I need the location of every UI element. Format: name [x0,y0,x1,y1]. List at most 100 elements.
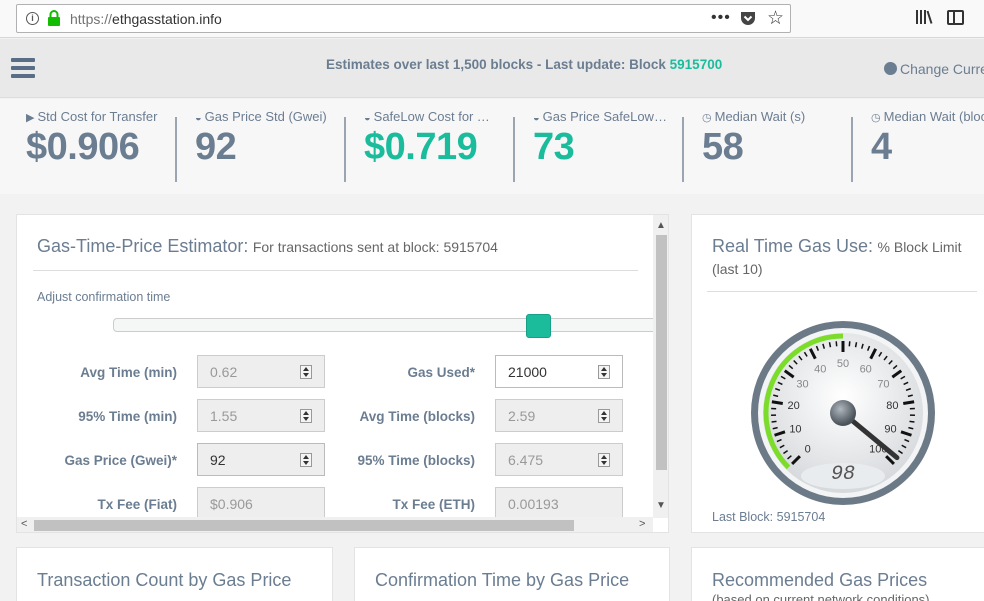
avg-time-blocks-value: 2.59 [508,408,536,424]
tachometer-icon: ◒ [533,112,540,124]
gas-price-value: 92 [210,452,226,468]
stat-label: Gas Price SafeLow (Gwei) [542,109,668,124]
app-header: Estimates over last 1,500 blocks - Last … [0,39,984,98]
url-scheme: https:// [70,11,113,27]
last-block-label: Last Block: 5915704 [712,510,826,524]
time95-min-field[interactable]: 1.55 [197,399,325,432]
gauge-tick-label: 10 [789,423,801,435]
menu-icon[interactable] [11,58,35,78]
url-host: ethgasstation.info [112,11,222,27]
adjust-confirmation-label: Adjust confirmation time [37,290,171,304]
address-bar[interactable]: i https://ethgasstation.info ••• ☆ [16,4,791,33]
scroll-up-icon[interactable]: ▲ [656,220,666,231]
stat-label: Gas Price Std (Gwei) [204,109,327,124]
divider [707,291,977,292]
gauge-minor-tick [828,342,832,348]
divider [33,270,638,271]
page-actions-icon[interactable]: ••• [711,9,731,27]
time95-blocks-value: 6.475 [508,452,544,468]
gauge-minor-tick [771,420,777,423]
tachometer-icon: ◒ [195,112,202,124]
tx-count-panel: Transaction Count by Gas Price [16,547,333,601]
gauge-major-tick [903,400,915,405]
gauge-tick-label: 0 [805,443,811,455]
stat-value: $0.719 [364,126,478,168]
info-icon[interactable]: i [26,12,39,25]
gas-used-value: 21000 [508,364,547,380]
horizontal-scrollbar[interactable]: < > [17,517,653,532]
gas-time-price-estimator: Gas-Time-Price Estimator: For transactio… [16,214,669,533]
stepper-icon[interactable] [598,453,610,467]
browser-toolbar: i https://ethgasstation.info ••• ☆ [0,0,984,38]
avg-time-min-label: Avg Time (min) [80,365,177,380]
gauge-tick-label: 60 [860,363,872,375]
scroll-thumb[interactable] [656,235,667,470]
stat-value: $0.906 [26,126,140,168]
time95-blocks-field[interactable]: 6.475 [495,443,623,476]
gauge-minor-tick [854,342,858,348]
stat-median-wait-s: ◷ Median Wait (s) 58 [702,109,837,184]
stat-value: 92 [195,126,237,168]
gauge-minor-tick [772,426,778,430]
gas-price-field[interactable]: 92 [197,443,325,476]
globe-icon [884,62,897,75]
stat-value: 58 [702,126,744,168]
tx-fee-fiat-field[interactable]: $0.906 [197,487,325,520]
sidebar-toggle-icon[interactable] [947,10,964,25]
gas-used-label: Gas Used* [407,365,475,380]
gauge-minor-tick [908,426,914,430]
stat-label: Median Wait (s) [714,109,806,124]
gauge-minor-tick [909,420,915,423]
avg-time-min-field[interactable]: 0.62 [197,355,325,388]
avg-time-min-value: 0.62 [210,364,238,380]
gas-use-gauge: 010203040 50 60708090100 98 [751,321,935,505]
stepper-icon[interactable] [300,409,312,423]
library-icon[interactable] [915,9,933,25]
avg-time-blocks-label: Avg Time (blocks) [359,409,475,424]
estimates-banner: Estimates over last 1,500 blocks - Last … [326,57,722,72]
tx-fee-eth-label: Tx Fee (ETH) [392,497,475,512]
stats-row: ▶ Std Cost for Transfer $0.906 ◒ Gas Price… [0,99,984,194]
recommended-gas-prices-panel: Recommended Gas Prices (based on current… [691,547,984,601]
scroll-right-icon[interactable]: > [639,518,645,530]
tachometer-icon: ◒ [364,112,371,124]
stat-label: Std Cost for Transfer [37,109,158,124]
scroll-thumb[interactable] [34,520,574,531]
stepper-icon[interactable] [300,453,312,467]
tx-fee-eth-field[interactable]: 0.00193 [495,487,623,520]
time95-min-label: 95% Time (min) [78,409,177,424]
stepper-icon[interactable] [598,409,610,423]
vertical-scrollbar[interactable]: ▲ ▼ [653,215,668,518]
divider [682,117,684,182]
gauge-tick-label: 30 [796,379,808,391]
gas-used-field[interactable]: 21000 [495,355,623,388]
slider-handle[interactable] [526,314,551,338]
tx-fee-fiat-value: $0.906 [210,496,253,512]
scroll-down-icon[interactable]: ▼ [656,500,666,511]
bookmark-star-icon[interactable]: ☆ [767,7,784,30]
tx-fee-fiat-label: Tx Fee (Fiat) [97,497,177,512]
change-currency-button[interactable]: Change Curren [884,61,984,77]
gauge-tick-label: 90 [884,423,896,435]
scroll-left-icon[interactable]: < [21,518,27,530]
url-text[interactable]: https://ethgasstation.info [70,11,222,27]
stat-label: SafeLow Cost for Transfer [373,109,497,124]
clock-icon: ◷ [702,112,712,124]
lock-icon [48,10,60,26]
gauge-tick-label: 80 [886,400,898,412]
avg-time-blocks-field[interactable]: 2.59 [495,399,623,432]
stat-std-cost: ▶ Std Cost for Transfer $0.906 [26,109,174,184]
time95-min-value: 1.55 [210,408,238,424]
stat-value: 4 [871,126,892,168]
confirmation-time-panel: Confirmation Time by Gas Price [354,547,670,601]
divider [344,117,346,182]
stepper-icon[interactable] [598,365,610,379]
divider [513,117,515,182]
gauge-tick-label: 40 [814,363,826,375]
realtime-title: Real Time Gas Use: [712,236,874,256]
stepper-icon[interactable] [300,365,312,379]
stat-label: Median Wait (blocks) [883,109,984,124]
pocket-icon[interactable] [740,11,756,26]
clock-icon: ◷ [871,112,881,124]
confirmation-time-slider[interactable] [113,318,668,332]
